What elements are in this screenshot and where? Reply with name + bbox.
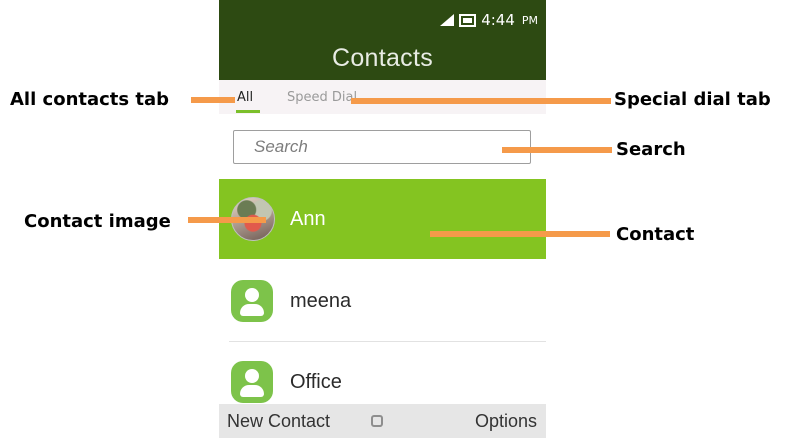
callout-all-contacts-tab: All contacts tab: [10, 89, 170, 110]
search-input[interactable]: Search: [233, 130, 531, 164]
contact-row[interactable]: meena: [219, 261, 546, 341]
signal-icon: [440, 14, 455, 26]
contact-row[interactable]: Ann: [219, 179, 546, 259]
callout-line: [188, 217, 266, 223]
search-placeholder: Search: [254, 137, 308, 156]
callout-line: [502, 147, 612, 153]
contact-name: Office: [290, 370, 342, 393]
contact-name: Ann: [290, 207, 326, 230]
page-title: Contacts: [331, 44, 434, 72]
person-icon: [231, 361, 273, 403]
tab-bar: All Speed Dial: [219, 80, 546, 114]
app-header: 4:44 PM Contacts: [219, 0, 546, 80]
tab-active-indicator: [236, 110, 260, 113]
phone-screen: 4:44 PM Contacts All Speed Dial Search A…: [219, 0, 546, 438]
callout-line: [430, 231, 610, 237]
callout-contact-image: Contact image: [24, 211, 171, 232]
status-bar: 4:44 PM: [440, 10, 538, 30]
callout-line: [351, 98, 611, 104]
softkey-bar: New Contact Options: [219, 404, 546, 438]
clock-time: 4:44: [481, 11, 515, 29]
select-icon[interactable]: [371, 415, 383, 427]
callout-contact: Contact: [616, 224, 695, 245]
callout-line: [191, 97, 235, 103]
battery-icon: [459, 13, 477, 27]
new-contact-softkey[interactable]: New Contact: [227, 411, 330, 432]
tab-speed-dial[interactable]: Speed Dial: [287, 90, 357, 105]
callout-special-dial-tab: Special dial tab: [614, 89, 771, 110]
callout-search: Search: [616, 139, 686, 160]
contact-name: meena: [290, 289, 352, 312]
clock-ampm: PM: [521, 13, 538, 27]
tab-all[interactable]: All: [237, 90, 253, 105]
person-icon: [231, 280, 273, 322]
options-softkey[interactable]: Options: [475, 411, 537, 432]
